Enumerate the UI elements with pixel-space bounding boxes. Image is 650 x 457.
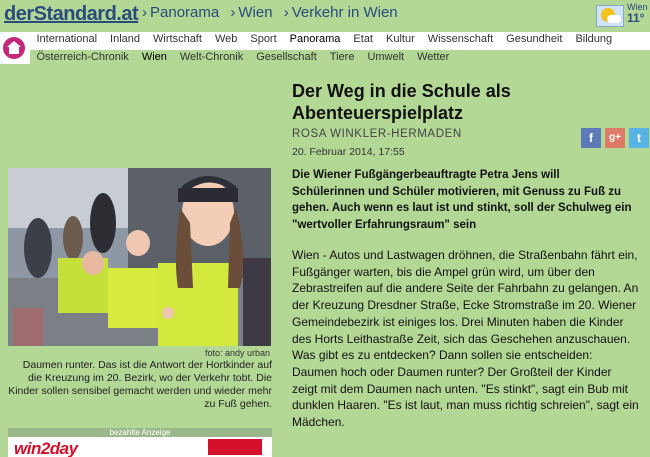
breadcrumb-separator: › (230, 4, 236, 21)
article-photo[interactable] (8, 168, 271, 346)
article-author[interactable]: ROSA WINKLER-HERMADEN (292, 128, 462, 140)
breadcrumb-separator: › (283, 4, 289, 21)
photo-credit: foto: andy urban (204, 348, 270, 358)
breadcrumb: › Panorama › Wien › Verkehr in Wien (138, 4, 401, 21)
article-headline: Der Weg in die Schule als Abenteuerspiel… (292, 81, 511, 123)
ad-brand: win2day (14, 439, 78, 457)
partly-sunny-icon[interactable] (596, 5, 624, 27)
article-body: Wien - Autos und Lastwagen dröhnen, die … (292, 248, 639, 430)
subnav-wien[interactable]: Wien (135, 50, 173, 64)
home-icon[interactable] (3, 37, 25, 59)
photo-caption: Daumen runter. Das ist die Antwort der H… (8, 359, 272, 410)
google-plus-icon[interactable]: g+ (605, 128, 625, 148)
subnav-welt-chronik[interactable]: Welt-Chronik (173, 50, 249, 64)
ad-label: bezahlte Anzeige (8, 428, 272, 437)
weather-temperature: 11° (627, 11, 645, 25)
article-date: 20. Februar 2014, 17:55 (292, 146, 405, 158)
nav-gesundheit[interactable]: Gesundheit (500, 33, 569, 45)
nav-bildung[interactable]: Bildung (569, 33, 619, 45)
ad-flag-graphic (208, 439, 262, 455)
nav-sport[interactable]: Sport (244, 33, 283, 45)
subnav-umwelt[interactable]: Umwelt (361, 50, 411, 64)
nav-etat[interactable]: Etat (347, 33, 380, 45)
subnav-oesterreich-chronik[interactable]: Österreich-Chronik (30, 50, 135, 64)
subsection-nav: Österreich-Chronik Wien Welt-Chronik Gesell… (30, 50, 650, 64)
facebook-icon[interactable]: f (581, 128, 601, 148)
nav-kultur[interactable]: Kultur (380, 33, 422, 45)
nav-web[interactable]: Web (208, 33, 243, 45)
breadcrumb-separator: › (142, 4, 147, 21)
nav-wirtschaft[interactable]: Wirtschaft (147, 33, 209, 45)
article-lead: Die Wiener Fußgängerbeauftragte Petra Je… (292, 169, 632, 231)
site-logo[interactable]: derStandard.at (4, 3, 139, 26)
site-header: derStandard.at › Panorama › Wien › Verkehr … (0, 0, 650, 32)
section-nav: International Inland Wirtschaft Web Sport Pan… (30, 33, 619, 49)
subnav-tiere[interactable]: Tiere (323, 50, 361, 64)
subnav-gesellschaft[interactable]: Gesellschaft (250, 50, 324, 64)
subnav-wetter[interactable]: Wetter (411, 50, 456, 64)
nav-international[interactable]: International (30, 33, 104, 45)
nav-panorama[interactable]: Panorama (283, 33, 347, 45)
nav-inland[interactable]: Inland (104, 33, 147, 45)
breadcrumb-verkehr[interactable]: Verkehr in Wien (292, 4, 398, 21)
twitter-icon[interactable]: t (629, 128, 649, 148)
advertisement-banner[interactable]: win2day (8, 437, 272, 457)
breadcrumb-panorama[interactable]: Panorama (150, 4, 219, 21)
breadcrumb-wien[interactable]: Wien (238, 4, 272, 21)
nav-wissenschaft[interactable]: Wissenschaft (421, 33, 499, 45)
